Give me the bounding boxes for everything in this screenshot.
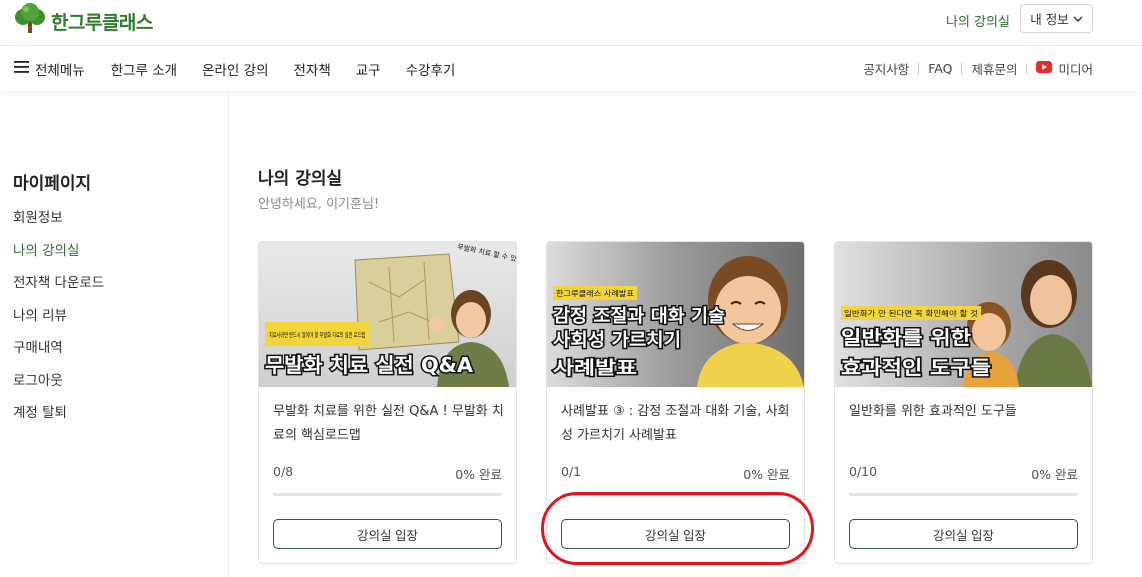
my-info-label: 내 정보 xyxy=(1030,12,1069,27)
enter-classroom-button[interactable]: 강의실 입장 xyxy=(849,519,1078,549)
all-menu-label: 전체메뉴 xyxy=(35,62,85,79)
progress-bar xyxy=(273,493,502,496)
progress-count: 0/8 xyxy=(273,464,294,479)
logo-text: 한그루클래스 xyxy=(51,11,153,34)
sidebar-item-delete-account[interactable]: 계정 탈퇴 xyxy=(13,404,104,437)
progress-count: 0/10 xyxy=(849,464,878,479)
page-title: 나의 강의실 xyxy=(258,169,343,189)
progress-percent: 0% 완료 xyxy=(743,467,790,482)
all-menu-button[interactable]: 전체메뉴 xyxy=(14,59,85,79)
faq-link[interactable]: FAQ xyxy=(928,61,952,76)
thumb-headline-line2: 사회성 가르치기 xyxy=(553,330,681,351)
media-link[interactable]: 미디어 xyxy=(1036,59,1093,78)
course-card: 일반화가 안 된다면 꼭 확인해야 할 것 일반화를 위한 효과적인 도구들 일… xyxy=(834,241,1093,564)
nav-item-online-courses[interactable]: 온라인 강의 xyxy=(202,59,268,79)
thumb-tag-text: 치료사라면 반드시 알아야 할 무발화 치료의 실전 로드맵 xyxy=(269,330,365,339)
tree-logo-icon xyxy=(13,3,47,39)
enter-classroom-button[interactable]: 강의실 입장 xyxy=(561,519,790,549)
course-thumbnail[interactable]: 한그루클래스 사례발표 감정 조절과 대화 기술 사회성 가르치기 사례발표 xyxy=(547,242,804,387)
course-thumbnail[interactable]: 무발화 치료 할 수 있어! 치료사라면 반드시 알아야 할 무발화 치료의 실… xyxy=(259,242,516,387)
thumb-headline-line1: 일반화를 위한 xyxy=(841,327,972,349)
sidebar-menu: 회원정보 나의 강의실 전자책 다운로드 나의 리뷰 구매내역 로그아웃 계정 … xyxy=(13,209,104,437)
nav-item-ebooks[interactable]: 전자책 xyxy=(294,59,331,79)
progress-percent: 0% 완료 xyxy=(1031,467,1078,482)
course-title[interactable]: 일반화를 위한 효과적인 도구들 xyxy=(849,400,1081,424)
sidebar-item-ebook-download[interactable]: 전자책 다운로드 xyxy=(13,274,104,307)
hamburger-icon xyxy=(14,60,29,77)
nav-item-teaching-tools[interactable]: 교구 xyxy=(356,59,381,79)
nav-divider xyxy=(918,62,920,75)
thumb-headline-text: 무발화 치료 실전 Q&A xyxy=(265,353,474,377)
sidebar-item-purchase-history[interactable]: 구매내역 xyxy=(13,339,104,372)
course-card: 무발화 치료 할 수 있어! 치료사라면 반드시 알아야 할 무발화 치료의 실… xyxy=(258,241,517,564)
chevron-down-icon xyxy=(1073,11,1083,26)
progress-bar xyxy=(849,493,1078,496)
top-header: 한그루클래스 나의 강의실 내 정보 xyxy=(0,0,1142,38)
course-thumbnail[interactable]: 일반화가 안 된다면 꼭 확인해야 할 것 일반화를 위한 효과적인 도구들 xyxy=(835,242,1092,387)
my-info-dropdown[interactable]: 내 정보 xyxy=(1020,4,1093,33)
course-title[interactable]: 사례발표 ③ : 감정 조절과 대화 기술, 사회성 가르치기 사례발표 xyxy=(561,400,793,448)
sidebar-item-logout[interactable]: 로그아웃 xyxy=(13,372,104,405)
nav-item-reviews[interactable]: 수강후기 xyxy=(406,59,456,79)
sidebar-title: 마이페이지 xyxy=(13,174,92,194)
enter-classroom-button[interactable]: 강의실 입장 xyxy=(273,519,502,549)
my-classroom-link[interactable]: 나의 강의실 xyxy=(946,11,1010,30)
course-card: 한그루클래스 사례발표 감정 조절과 대화 기술 사회성 가르치기 사례발표 사… xyxy=(546,241,805,564)
progress-count: 0/1 xyxy=(561,464,582,479)
sidebar-item-member-info[interactable]: 회원정보 xyxy=(13,209,104,242)
thumb-headline-line2: 효과적인 도구들 xyxy=(841,357,991,379)
youtube-icon xyxy=(1036,61,1053,76)
media-label: 미디어 xyxy=(1058,62,1093,77)
thumb-headline-line3: 사례발표 xyxy=(553,358,637,379)
main-nav: 전체메뉴 한그루 소개 온라인 강의 전자책 교구 수강후기 공지사항 FAQ … xyxy=(0,45,1142,91)
nav-item-about[interactable]: 한그루 소개 xyxy=(111,59,177,79)
nav-divider xyxy=(1026,62,1028,75)
partnership-link[interactable]: 제휴문의 xyxy=(971,59,1017,78)
progress-bar xyxy=(561,493,790,496)
notice-link[interactable]: 공지사항 xyxy=(863,59,909,78)
sidebar-item-my-reviews[interactable]: 나의 리뷰 xyxy=(13,307,104,340)
site-logo[interactable]: 한그루클래스 xyxy=(13,3,153,39)
thumb-tag-text: 일반화가 안 된다면 꼭 확인해야 할 것 xyxy=(844,308,978,318)
course-title[interactable]: 무발화 치료를 위한 실전 Q&A ! 무발화 치료의 핵심로드맵 xyxy=(273,400,505,448)
thumb-headline-line1: 감정 조절과 대화 기술 xyxy=(553,306,725,327)
sidebar-item-my-classroom[interactable]: 나의 강의실 xyxy=(13,242,104,275)
sidebar-divider xyxy=(228,92,229,577)
greeting-text: 안녕하세요, 이기훈님! xyxy=(258,197,380,212)
progress-percent: 0% 완료 xyxy=(455,467,502,482)
nav-divider xyxy=(961,62,963,75)
thumb-tag-text: 한그루클래스 사례발표 xyxy=(556,288,634,298)
